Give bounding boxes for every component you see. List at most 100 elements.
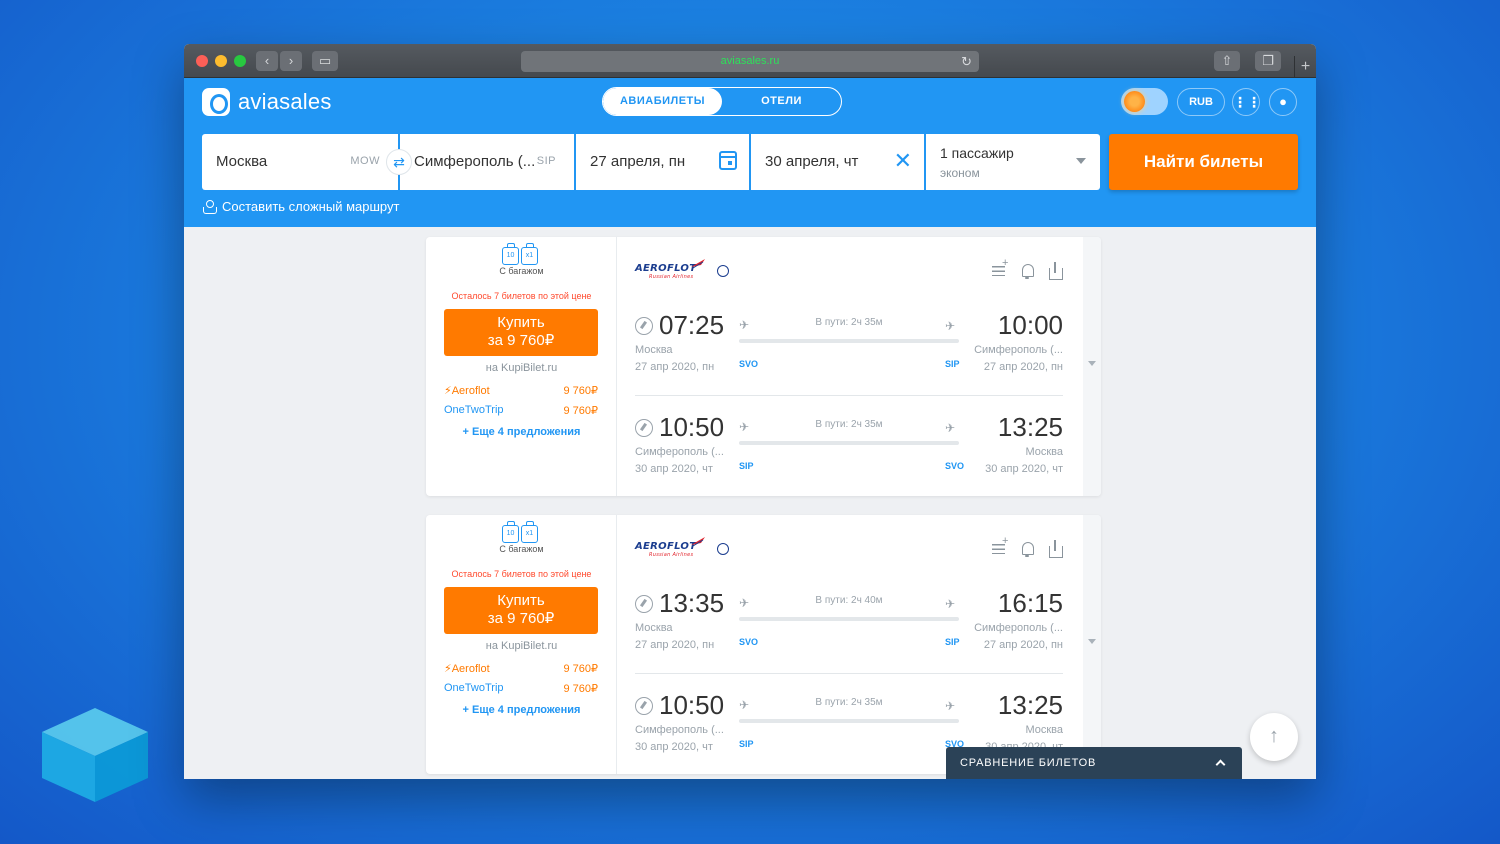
- ticket-price-panel: 10 x1 С багажом Осталось 7 билетов по эт…: [426, 515, 617, 774]
- landing-icon: ✈: [945, 699, 956, 713]
- chevron-down-icon: [1088, 639, 1096, 644]
- arrival-airport-code: SIP: [945, 359, 960, 369]
- address-bar[interactable]: aviasales.ru ↻: [521, 51, 979, 72]
- share-icon[interactable]: [1047, 540, 1065, 558]
- airline-logo: AEROFLOT Russian Airlines: [635, 263, 696, 280]
- back-button[interactable]: ‹: [256, 51, 278, 71]
- pin-icon[interactable]: [635, 595, 653, 613]
- origin-code: MOW: [350, 155, 380, 167]
- pin-icon[interactable]: [635, 697, 653, 715]
- new-tab-button[interactable]: +: [1294, 56, 1316, 78]
- add-to-compare-icon[interactable]: [991, 535, 1009, 558]
- forward-button[interactable]: ›: [280, 51, 302, 71]
- destination-city: Симферополь (...: [414, 153, 536, 170]
- chevron-down-icon: [1088, 361, 1096, 366]
- depart-date-field[interactable]: 27 апреля, пн: [576, 134, 749, 190]
- cabin-class: эконом: [940, 166, 980, 180]
- add-to-compare-icon[interactable]: [991, 257, 1009, 280]
- browser-toolbar: ‹ › ▭ aviasales.ru ↻ ⇧ ❐ +: [184, 44, 1316, 78]
- flight-duration: В пути: 2ч 40м: [815, 595, 883, 606]
- tab-hotels[interactable]: ОТЕЛИ: [722, 88, 841, 115]
- zoom-window-button[interactable]: [234, 55, 246, 67]
- complex-route-link[interactable]: Составить сложный маршрут: [202, 199, 399, 214]
- close-icon[interactable]: ✕: [894, 148, 912, 174]
- offer-row[interactable]: OneTwoTrip 9 760₽: [444, 682, 598, 695]
- offer-agent: OneTwoTrip: [444, 682, 504, 694]
- departure-time: 07:25: [659, 310, 725, 340]
- find-tickets-button[interactable]: Найти билеты: [1109, 134, 1298, 190]
- more-offers-link[interactable]: + Еще 4 предложения: [426, 426, 617, 438]
- pin-icon[interactable]: [635, 419, 653, 437]
- more-offers-link[interactable]: + Еще 4 предложения: [426, 704, 617, 716]
- bell-icon[interactable]: [1019, 540, 1037, 558]
- calendar-icon[interactable]: [719, 151, 737, 170]
- plus-icon: +: [1300, 58, 1311, 75]
- scroll-to-top-button[interactable]: ↑: [1250, 713, 1298, 761]
- reload-icon[interactable]: ↻: [961, 51, 972, 72]
- chevron-left-icon: ‹: [264, 53, 270, 68]
- landing-icon: ✈: [945, 421, 956, 435]
- browser-window: ‹ › ▭ aviasales.ru ↻ ⇧ ❐ + aviasales АВИ…: [184, 44, 1316, 779]
- buy-button[interactable]: Купить за 9 760₽: [444, 587, 598, 634]
- tickets-left-warning: Осталось 7 билетов по этой цене: [451, 291, 592, 301]
- currency-button[interactable]: RUB: [1177, 88, 1225, 116]
- theme-toggle[interactable]: [1121, 88, 1168, 115]
- profile-button[interactable]: ●: [1269, 88, 1297, 116]
- departure-airport-code: SIP: [739, 461, 754, 471]
- share-button[interactable]: ⇧: [1214, 51, 1240, 71]
- expand-ticket-handle[interactable]: [1083, 515, 1101, 774]
- tabs-overview-button[interactable]: ❐: [1255, 51, 1281, 71]
- ticket-card[interactable]: 10 x1 С багажом Осталось 7 билетов по эт…: [426, 237, 1101, 496]
- apps-button[interactable]: ⋮⋮: [1232, 88, 1261, 116]
- offer-row[interactable]: ⚡Aeroflot 9 760₽: [444, 662, 598, 675]
- sidebar-toggle-button[interactable]: ▭: [312, 51, 338, 71]
- return-date-field[interactable]: 30 апреля, чт ✕: [751, 134, 924, 190]
- return-date: 30 апреля, чт: [765, 153, 859, 170]
- complex-route-label: Составить сложный маршрут: [222, 199, 400, 214]
- sun-icon: [1124, 91, 1145, 112]
- product-tabs: АВИАБИЛЕТЫ ОТЕЛИ: [602, 87, 842, 116]
- origin-field[interactable]: Москва MOW ⇄: [202, 134, 412, 190]
- depart-date: 27 апреля, пн: [590, 153, 686, 170]
- minimize-window-button[interactable]: [215, 55, 227, 67]
- close-window-button[interactable]: [196, 55, 208, 67]
- aviasales-logo-icon: [202, 88, 230, 116]
- flight-duration: В пути: 2ч 35м: [815, 419, 883, 430]
- offer-price: 9 760₽: [563, 663, 598, 675]
- ticket-card[interactable]: 10 x1 С багажом Осталось 7 билетов по эт…: [426, 515, 1101, 774]
- skyteam-icon: [717, 265, 729, 277]
- arrival-time: 13:25: [997, 690, 1063, 720]
- chevron-down-icon: [1076, 158, 1086, 164]
- offer-row[interactable]: ⚡Aeroflot 9 760₽: [444, 384, 598, 397]
- expand-ticket-handle[interactable]: [1083, 237, 1101, 496]
- landing-icon: ✈: [945, 597, 956, 611]
- offer-agent: ⚡Aeroflot: [444, 663, 490, 675]
- logo[interactable]: aviasales: [202, 88, 332, 116]
- bell-icon[interactable]: [1019, 262, 1037, 280]
- destination-field[interactable]: Симферополь (... SIP: [400, 134, 574, 190]
- arrival-date: 27 апр 2020, пн: [983, 361, 1063, 373]
- hand-luggage-icon: x1: [521, 243, 538, 265]
- baggage-label: С багажом: [499, 544, 544, 554]
- sidebar-icon: ▭: [318, 53, 332, 68]
- offer-row[interactable]: OneTwoTrip 9 760₽: [444, 404, 598, 417]
- share-icon[interactable]: [1047, 262, 1065, 280]
- airline-subtitle: Russian Airlines: [649, 552, 694, 558]
- swap-button[interactable]: ⇄: [386, 149, 412, 175]
- ticket-compare-bar[interactable]: СРАВНЕНИЕ БИЛЕТОВ: [946, 747, 1242, 779]
- swap-arrows-icon: ⇄: [393, 154, 405, 170]
- departure-airport-code: SVO: [739, 637, 759, 647]
- hand-luggage-icon: x1: [521, 521, 538, 543]
- departure-airport-code: SIP: [739, 739, 754, 749]
- pin-icon[interactable]: [635, 317, 653, 335]
- flight-segment: 10:50 ✈ В пути: 2ч 35м ✈ 13:25 Симферопо…: [617, 411, 1083, 501]
- search-form: Москва MOW ⇄ Симферополь (... SIP 27 апр…: [202, 134, 1102, 190]
- buy-button[interactable]: Купить за 9 760₽: [444, 309, 598, 356]
- arrival-city: Москва: [1025, 446, 1063, 458]
- flight-track: [739, 617, 959, 621]
- departure-date: 27 апр 2020, пн: [635, 639, 715, 651]
- passengers-field[interactable]: 1 пассажир эконом: [926, 134, 1100, 190]
- tab-flights[interactable]: АВИАБИЛЕТЫ: [603, 88, 722, 115]
- tickets-left-warning: Осталось 7 билетов по этой цене: [451, 569, 592, 579]
- baggage-icon: 10: [502, 243, 519, 265]
